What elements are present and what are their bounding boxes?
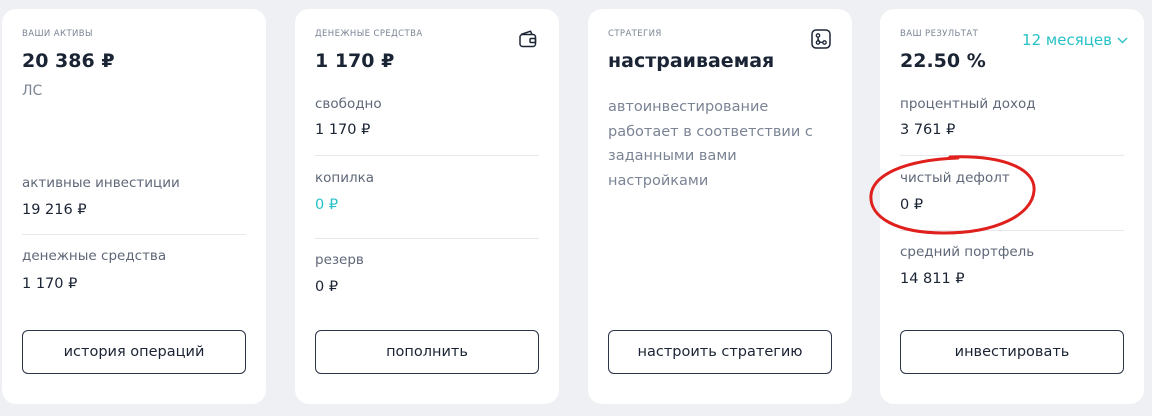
divider: [315, 155, 539, 156]
assets-card: ваши активы 20 386 ₽ ЛС активные инвести…: [2, 9, 266, 404]
free-value: 1 170 ₽: [315, 122, 371, 138]
divider: [900, 230, 1124, 231]
wallet-icon: [519, 30, 537, 48]
reserve-value: 0 ₽: [315, 279, 339, 295]
interest-income-value: 3 761 ₽: [900, 122, 956, 138]
cash-total: 1 170 ₽: [315, 50, 395, 72]
cash-card: денежные средства 1 170 ₽ свободно 1 170…: [295, 9, 559, 404]
invest-button[interactable]: инвестировать: [900, 330, 1124, 374]
reserve-label: резерв: [315, 252, 364, 268]
average-portfolio-label: средний портфель: [900, 244, 1035, 260]
active-investments-label: активные инвестиции: [22, 175, 180, 191]
piggy-bank-value[interactable]: 0 ₽: [315, 197, 338, 213]
top-up-button[interactable]: пополнить: [315, 330, 539, 374]
strategy-name: настраиваемая: [608, 50, 775, 72]
strategy-description: автоинвестирование работает в соответств…: [608, 99, 813, 189]
cash-caption: денежные средства: [315, 29, 423, 39]
chevron-down-icon: [1117, 37, 1128, 43]
net-default-label: чистый дефолт: [900, 170, 1010, 186]
net-default-value: 0 ₽: [900, 197, 924, 213]
free-label: свободно: [315, 96, 382, 112]
period-dropdown[interactable]: 12 месяцев: [1022, 31, 1128, 49]
divider: [315, 238, 539, 239]
cash-value: 1 170 ₽: [22, 276, 78, 292]
active-investments-value: 19 216 ₽: [22, 202, 87, 218]
assets-caption: ваши активы: [22, 29, 93, 39]
average-portfolio-value: 14 811 ₽: [900, 271, 965, 287]
divider: [22, 234, 246, 235]
strategy-card: стратегия настраиваемая автоинвестирован…: [588, 9, 852, 404]
operations-history-button[interactable]: история операций: [22, 330, 246, 374]
result-caption: ваш результат: [900, 29, 979, 39]
result-card: ваш результат 12 месяцев 22.50 % процент…: [880, 9, 1144, 404]
cash-label: денежные средства: [22, 248, 167, 264]
period-label: 12 месяцев: [1022, 31, 1112, 49]
interest-income-label: процентный доход: [900, 96, 1036, 112]
strategy-flow-icon: [811, 29, 831, 49]
piggy-bank-label: копилка: [315, 170, 375, 186]
divider: [900, 155, 1124, 156]
assets-account: ЛС: [22, 83, 43, 99]
configure-strategy-button[interactable]: настроить стратегию: [608, 330, 832, 374]
result-total: 22.50 %: [900, 50, 986, 72]
assets-total: 20 386 ₽: [22, 50, 115, 72]
strategy-caption: стратегия: [608, 29, 662, 39]
